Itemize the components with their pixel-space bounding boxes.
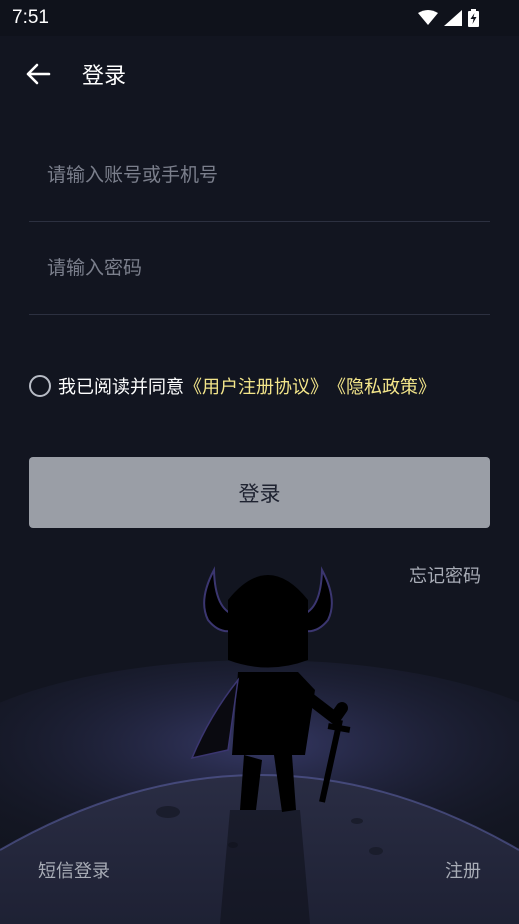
- account-input[interactable]: [47, 129, 467, 221]
- cellular-signal-icon: [444, 10, 462, 26]
- account-field: [29, 129, 490, 222]
- sms-login-link[interactable]: 短信登录: [38, 857, 110, 883]
- battery-charging-icon: [468, 9, 479, 27]
- agreement-text: 我已阅读并同意: [58, 377, 184, 398]
- register-link[interactable]: 注册: [445, 857, 481, 883]
- agreement-row: 我已阅读并同意 《用户注册协议》 《隐私政策》: [29, 372, 436, 400]
- login-button[interactable]: 登录: [29, 457, 490, 528]
- agreement-radio[interactable]: [29, 375, 51, 397]
- app-header: 登录: [0, 36, 519, 112]
- password-field: [29, 222, 490, 315]
- status-icons: [418, 9, 479, 27]
- user-agreement-link[interactable]: 《用户注册协议》: [184, 373, 328, 399]
- status-time: 7:51: [12, 7, 49, 28]
- privacy-policy-link[interactable]: 《隐私政策》: [328, 373, 436, 399]
- page-title: 登录: [82, 64, 127, 89]
- status-bar: 7:51: [0, 0, 519, 36]
- password-input[interactable]: [47, 222, 467, 314]
- wifi-icon: [418, 10, 438, 25]
- arrow-left-icon[interactable]: [24, 60, 52, 88]
